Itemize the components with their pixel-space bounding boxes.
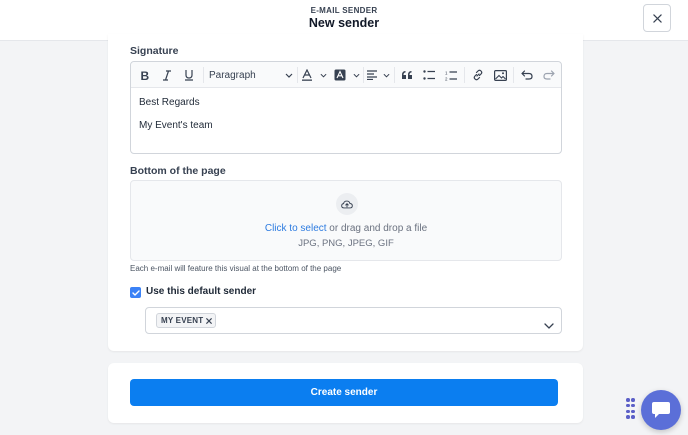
default-sender-checkbox[interactable] (130, 287, 141, 298)
bold-button[interactable]: B (137, 66, 153, 84)
numbered-list-button[interactable]: 12 (443, 66, 459, 84)
undo-icon (521, 70, 533, 80)
italic-button[interactable] (159, 66, 175, 84)
file-dropzone[interactable]: Click to select or drag and drop a file … (130, 180, 562, 261)
checkmark-icon (131, 289, 140, 296)
paragraph-style-label: Paragraph (209, 69, 256, 81)
event-select[interactable]: MY EVENT (145, 307, 562, 334)
quote-button[interactable] (399, 66, 415, 84)
align-button[interactable] (366, 66, 390, 84)
upload-cloud-icon (336, 193, 358, 215)
paragraph-style-select[interactable]: Paragraph (207, 66, 295, 84)
bold-icon: B (141, 70, 150, 81)
toolbar-separator (394, 67, 395, 83)
default-sender-label[interactable]: Use this default sender (146, 286, 256, 297)
underline-button[interactable] (181, 66, 197, 84)
click-to-select-link[interactable]: Click to select (265, 223, 327, 234)
quote-icon (402, 71, 412, 79)
modal-eyebrow: E-MAIL SENDER (310, 6, 378, 15)
link-button[interactable] (470, 66, 486, 84)
signature-line-2[interactable]: My Event's team (139, 120, 213, 131)
image-icon (493, 69, 507, 81)
close-icon (206, 317, 213, 324)
toolbar-separator (363, 67, 364, 83)
italic-icon (163, 69, 171, 81)
accepted-formats: JPG, PNG, JPEG, GIF (298, 238, 394, 249)
highlight-color-button[interactable] (334, 66, 360, 84)
font-color-icon (302, 69, 312, 81)
redo-button[interactable] (541, 66, 557, 84)
dropzone-rest-text: or drag and drop a file (326, 223, 428, 234)
bottom-of-page-help: Each e-mail will feature this visual at … (130, 264, 342, 273)
chevron-down-icon (320, 73, 327, 78)
modal-title: New sender (308, 16, 380, 30)
toolbar-separator (203, 67, 204, 83)
chevron-down-icon (285, 73, 293, 78)
selected-event-chip: MY EVENT (156, 313, 217, 328)
link-icon (473, 69, 483, 81)
chat-bubble-icon (652, 402, 670, 418)
redo-icon (543, 70, 555, 80)
close-icon (652, 13, 662, 23)
remove-chip-button[interactable] (206, 317, 213, 324)
svg-text:2: 2 (445, 76, 448, 81)
editor-toolbar: B Paragraph 1 2 (131, 62, 561, 88)
svg-text:B: B (141, 70, 150, 81)
close-button[interactable] (643, 4, 671, 32)
bulleted-list-button[interactable] (421, 66, 437, 84)
svg-text:1: 1 (445, 70, 448, 75)
align-left-icon (367, 70, 377, 80)
toolbar-separator (297, 67, 298, 83)
bottom-of-page-label: Bottom of the page (130, 165, 226, 177)
selected-event-label: MY EVENT (161, 316, 204, 325)
toolbar-separator (464, 67, 465, 83)
font-color-button[interactable] (301, 66, 327, 84)
underline-icon (185, 70, 193, 81)
chevron-down-icon (353, 73, 360, 78)
numbered-list-icon: 12 (445, 70, 457, 81)
image-button[interactable] (492, 66, 508, 84)
highlight-color-icon (334, 69, 346, 81)
toolbar-separator (513, 67, 514, 83)
undo-button[interactable] (519, 66, 535, 84)
bulleted-list-icon (422, 70, 435, 80)
signature-label: Signature (130, 45, 179, 57)
drag-handle-icon[interactable] (626, 398, 635, 420)
dropzone-instructions: Click to select or drag and drop a file (131, 223, 561, 234)
signature-line-1[interactable]: Best Regards (139, 97, 200, 108)
chevron-down-icon (383, 73, 390, 78)
chevron-down-icon[interactable] (544, 316, 554, 334)
signature-editor: B Paragraph 1 2 Best Regards My Event's … (130, 61, 562, 154)
create-sender-button[interactable]: Create sender (130, 379, 558, 406)
chat-button[interactable] (641, 390, 681, 430)
